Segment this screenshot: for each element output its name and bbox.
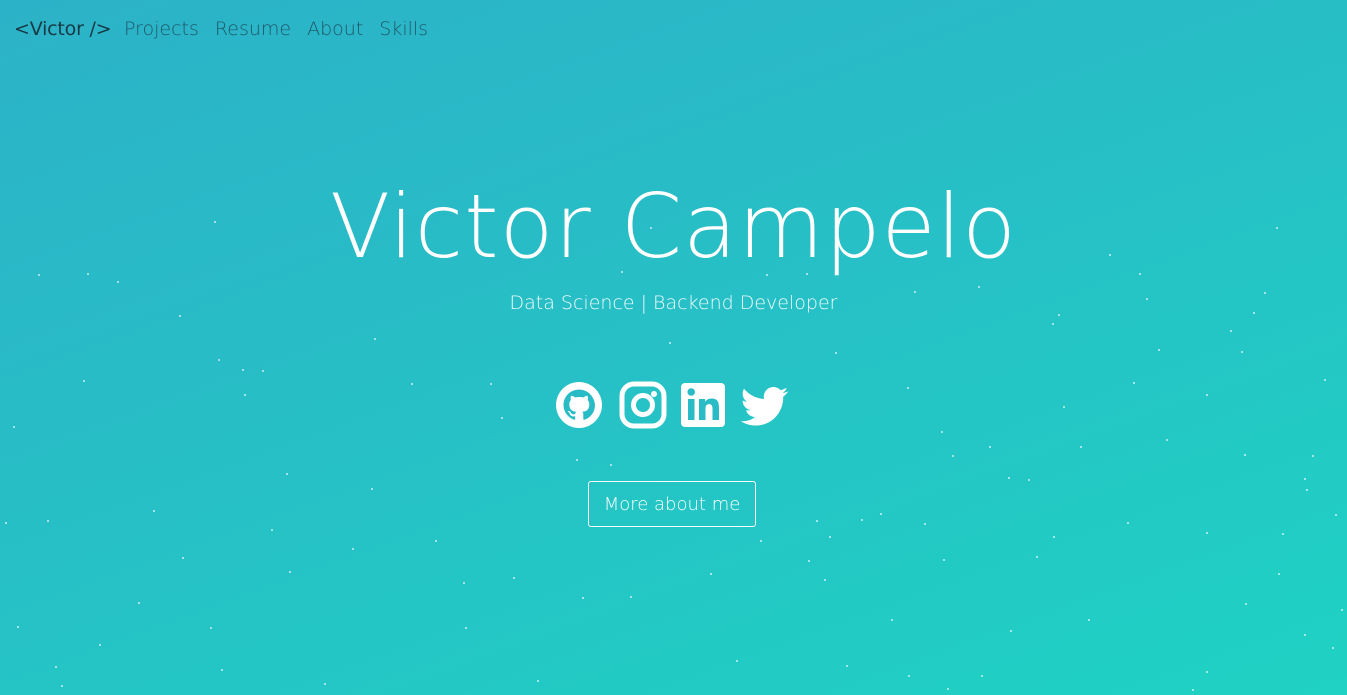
nav-link-about[interactable]: About: [307, 18, 363, 40]
nav-link-skills[interactable]: Skills: [379, 18, 428, 40]
nav-link-projects[interactable]: Projects: [124, 18, 199, 40]
instagram-link[interactable]: [618, 380, 668, 430]
linkedin-link[interactable]: [679, 380, 729, 430]
linkedin-icon: [681, 383, 725, 427]
nav-link-resume[interactable]: Resume: [215, 18, 291, 40]
twitter-link[interactable]: [740, 380, 790, 430]
github-link[interactable]: [554, 380, 604, 430]
hero-subtitle: Data Science | Backend Developer: [509, 292, 838, 314]
more-about-me-button[interactable]: More about me: [588, 481, 756, 527]
instagram-icon: [619, 381, 667, 429]
top-navbar: <Victor /> Projects Resume About Skills: [0, 0, 1347, 62]
nav-links: Projects Resume About Skills: [124, 18, 444, 40]
twitter-icon: [740, 387, 788, 426]
github-icon: [556, 382, 602, 428]
brand-logo-link[interactable]: <Victor />: [14, 18, 112, 40]
social-links: [554, 380, 794, 430]
starfield-background: [5, 221, 1343, 691]
hero-title: Victor Campelo: [330, 175, 1017, 278]
